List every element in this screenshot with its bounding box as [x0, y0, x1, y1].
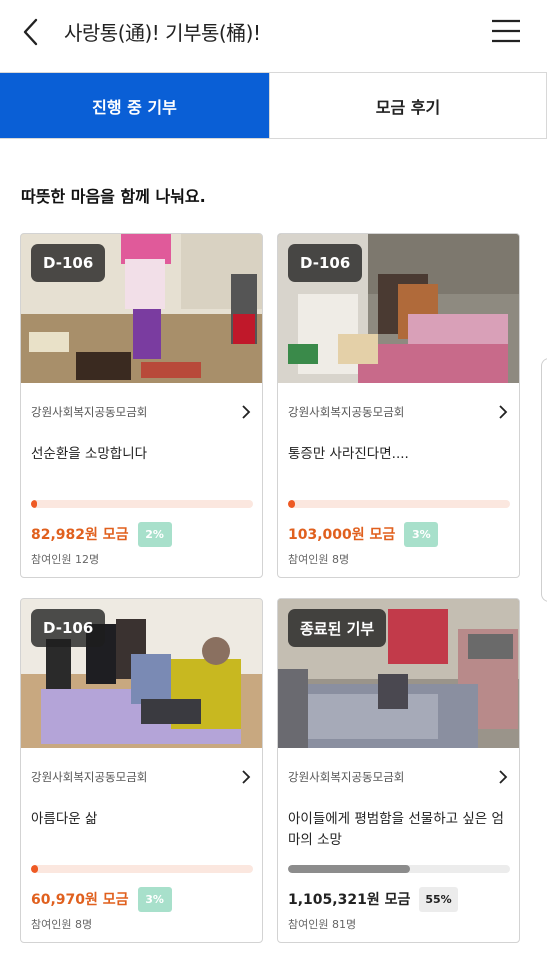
campaign-card[interactable]: D-106 강원사회복지공동모금회 통증만 사라진다면.... 103,000원… — [277, 233, 520, 578]
raised-amount: 1,105,321원 모금 — [288, 892, 411, 908]
progress-fill — [288, 500, 295, 508]
back-button[interactable] — [14, 14, 46, 50]
menu-button[interactable] — [490, 16, 522, 46]
participant-count: 참여인원 8명 — [31, 918, 93, 931]
campaign-title: 선순환을 소망합니다 — [31, 446, 148, 462]
app-header: 사랑통(通)! 기부통(桶)! — [0, 0, 547, 72]
dday-badge: D-106 — [31, 244, 106, 282]
dday-badge: D-106 — [288, 244, 363, 282]
campaign-photo: D-106 — [278, 234, 519, 383]
percent-badge: 55% — [419, 886, 458, 912]
progress-bar — [288, 865, 510, 873]
campaign-title: 아름다운 삶 — [31, 811, 98, 827]
progress-bar — [31, 865, 253, 873]
tab-fundraising-reviews[interactable]: 모금 후기 — [269, 73, 547, 138]
page-title: 사랑통(通)! 기부통(桶)! — [64, 21, 261, 45]
percent-badge: 3% — [404, 521, 439, 547]
amount-row: 103,000원 모금 3% — [288, 521, 439, 547]
tab-ongoing-donations[interactable]: 진행 중 기부 — [0, 73, 269, 138]
campaign-photo: D-106 — [21, 599, 262, 748]
campaign-photo: 종료된 기부 — [278, 599, 519, 748]
organization-name: 강원사회복지공동모금회 — [31, 405, 148, 419]
section-title: 따뜻한 마음을 함께 나눠요. — [21, 187, 206, 206]
organization-row: 강원사회복지공동모금회 — [288, 767, 510, 787]
chevron-right-icon — [239, 769, 253, 785]
campaign-card[interactable]: D-106 강원사회복지공동모금회 선순환을 소망합니다 82,982원 모금 … — [20, 233, 263, 578]
tab-bar: 진행 중 기부 모금 후기 — [0, 72, 547, 139]
amount-row: 82,982원 모금 2% — [31, 521, 172, 547]
chevron-right-icon — [496, 404, 510, 420]
progress-fill — [31, 500, 37, 508]
raised-amount: 103,000원 모금 — [288, 527, 396, 543]
participant-count: 참여인원 81명 — [288, 918, 357, 931]
raised-amount: 82,982원 모금 — [31, 527, 129, 543]
progress-bar — [31, 500, 253, 508]
ended-badge: 종료된 기부 — [288, 609, 387, 647]
organization-name: 강원사회복지공동모금회 — [288, 405, 405, 419]
campaign-title: 아이들에게 평범함을 선물하고 싶은 엄마의 소망 — [288, 811, 504, 848]
raised-amount: 60,970원 모금 — [31, 892, 129, 908]
organization-row: 강원사회복지공동모금회 — [31, 767, 253, 787]
campaign-card[interactable]: 종료된 기부 강원사회복지공동모금회 아이들에게 평범함을 선물하고 싶은 엄마… — [277, 598, 520, 943]
percent-badge: 2% — [137, 521, 172, 547]
hamburger-menu-icon — [492, 19, 520, 43]
dday-badge: D-106 — [31, 609, 106, 647]
participant-count: 참여인원 12명 — [31, 553, 100, 566]
back-arrow-icon — [23, 18, 38, 46]
participant-count: 참여인원 8명 — [288, 553, 350, 566]
organization-name: 강원사회복지공동모금회 — [288, 770, 405, 784]
campaign-photo: D-106 — [21, 234, 262, 383]
organization-row: 강원사회복지공동모금회 — [31, 402, 253, 422]
organization-row: 강원사회복지공동모금회 — [288, 402, 510, 422]
side-scroll-handle[interactable] — [541, 358, 547, 602]
amount-row: 60,970원 모금 3% — [31, 886, 172, 912]
progress-bar — [288, 500, 510, 508]
organization-name: 강원사회복지공동모금회 — [31, 770, 148, 784]
chevron-right-icon — [239, 404, 253, 420]
campaign-card[interactable]: D-106 강원사회복지공동모금회 아름다운 삶 60,970원 모금 3% 참… — [20, 598, 263, 943]
chevron-right-icon — [496, 769, 510, 785]
campaign-title: 통증만 사라진다면.... — [288, 446, 409, 462]
progress-fill — [288, 865, 411, 873]
progress-fill — [31, 865, 38, 873]
percent-badge: 3% — [137, 886, 172, 912]
amount-row: 1,105,321원 모금 55% — [288, 886, 458, 912]
